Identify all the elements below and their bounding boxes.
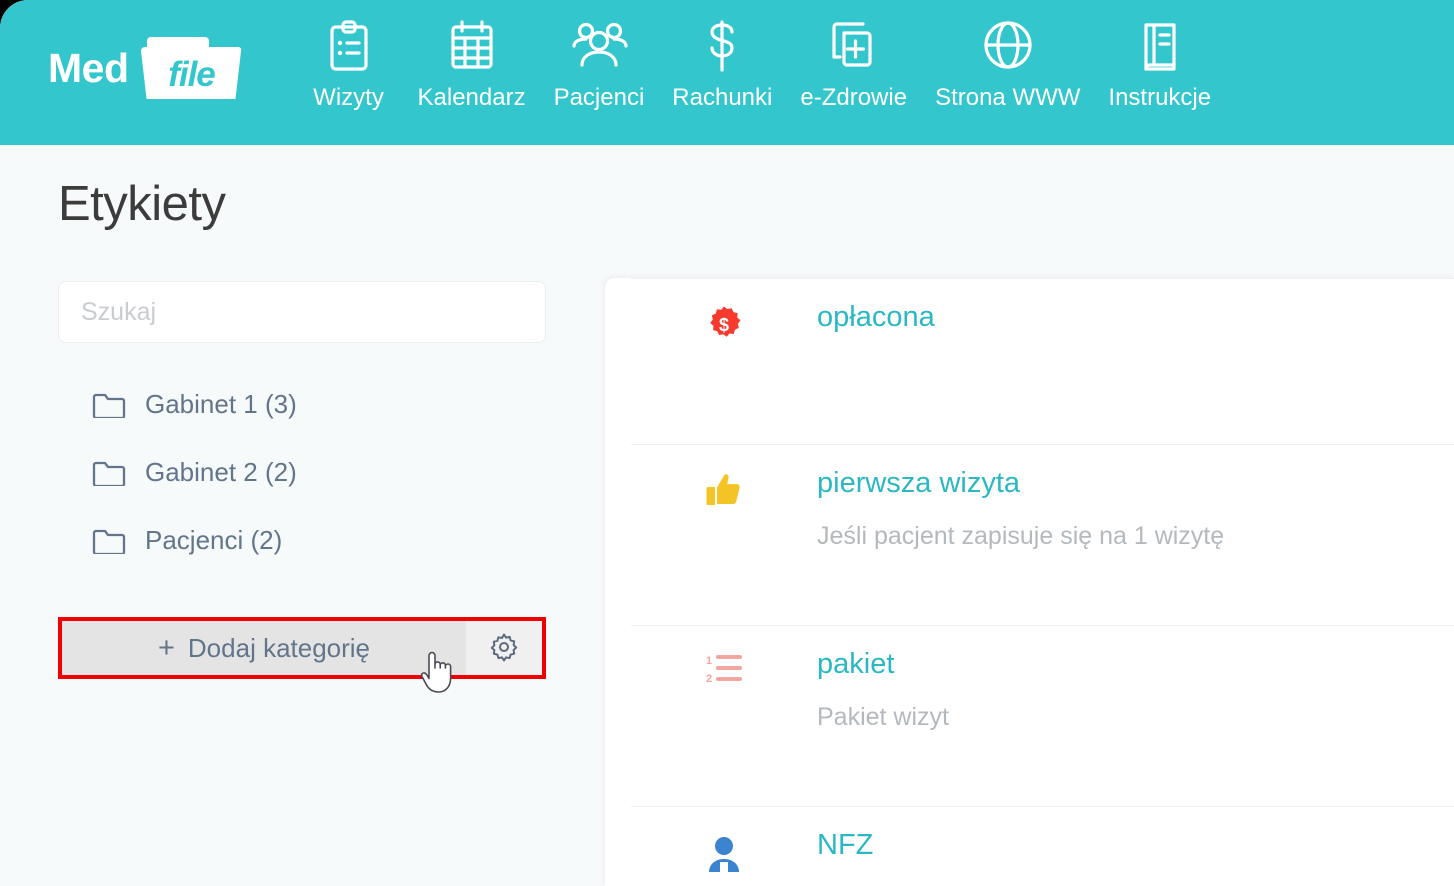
nav-item-instrukcje[interactable]: Instrukcje: [1094, 16, 1225, 112]
tag-row[interactable]: 1 2 pakiet Pakiet wizyt: [605, 625, 1454, 806]
users-icon: [568, 16, 630, 78]
logo-word-med: Med: [48, 44, 129, 91]
folder-item-pacjenci[interactable]: Pacjenci (2): [58, 517, 546, 563]
folder-list: Gabinet 1 (3) Gabinet 2 (2) Pacjenci (2): [58, 381, 546, 563]
tag-name[interactable]: pierwsza wizyta: [817, 464, 1224, 503]
nav-label-e-zdrowie: e-Zdrowie: [800, 84, 908, 111]
nav-item-e-zdrowie[interactable]: e-Zdrowie: [786, 16, 921, 112]
top-navigation-bar: Med file Wizyty Kalendarz Pacjenci Rachu…: [0, 0, 1454, 145]
ordered-list-icon: 1 2: [631, 625, 817, 689]
add-category-label: Dodaj kategorię: [187, 632, 371, 663]
nav-item-pacjenci[interactable]: Pacjenci: [540, 16, 659, 112]
nav-item-strona-www[interactable]: Strona WWW: [921, 16, 1094, 112]
thumbs-up-icon: [631, 444, 817, 510]
tag-text: opłacona: [817, 278, 935, 337]
nav-label-strona-www: Strona WWW: [935, 84, 1081, 111]
labels-sidebar: Gabinet 1 (3) Gabinet 2 (2) Pacjenci (2): [58, 281, 546, 585]
tag-row[interactable]: NFZ: [605, 806, 1454, 886]
nav-item-rachunki[interactable]: Rachunki: [658, 16, 786, 112]
add-category-button[interactable]: + Dodaj kategorię: [62, 621, 466, 675]
dollar-icon: [701, 16, 743, 78]
folder-label: Pacjenci (2): [145, 524, 283, 555]
nav-label-kalendarz: Kalendarz: [417, 84, 526, 111]
svg-text:$: $: [719, 315, 729, 335]
clipboard-list-icon: [325, 16, 373, 78]
plus-icon: +: [157, 631, 175, 664]
add-category-highlight-box: + Dodaj kategorię: [58, 617, 546, 679]
row-divider: [631, 444, 1454, 445]
folder-item-gabinet-1[interactable]: Gabinet 1 (3): [58, 381, 546, 427]
document-plus-icon: [828, 16, 880, 78]
main-nav: Wizyty Kalendarz Pacjenci Rachunki e-Zdr…: [294, 16, 1226, 112]
nav-label-instrukcje: Instrukcje: [1108, 84, 1212, 111]
tag-description: Jeśli pacjent zapisuje się na 1 wizytę: [817, 522, 1225, 551]
book-icon: [1136, 16, 1184, 78]
tag-row[interactable]: pierwsza wizyta Jeśli pacjent zapisuje s…: [605, 444, 1454, 625]
logo-file-inner: file: [153, 55, 231, 93]
row-divider: [631, 625, 1454, 626]
row-divider: [631, 806, 1454, 807]
medfile-logo[interactable]: Med file: [48, 37, 242, 99]
folder-icon: [92, 391, 126, 418]
folder-label: Gabinet 2 (2): [145, 456, 297, 487]
tag-text: pakiet Pakiet wizyt: [817, 625, 949, 732]
svg-text:1: 1: [706, 655, 712, 667]
search-box[interactable]: [58, 281, 546, 343]
folder-icon: [92, 527, 126, 554]
calendar-icon: [447, 16, 497, 78]
tag-row[interactable]: $ opłacona: [605, 278, 1454, 444]
nav-label-pacjenci: Pacjenci: [553, 84, 645, 111]
tag-description: Pakiet wizyt: [817, 703, 949, 732]
svg-text:2: 2: [706, 673, 712, 685]
tag-text: NFZ: [817, 806, 873, 865]
tag-name[interactable]: NFZ: [817, 826, 873, 865]
nav-item-kalendarz[interactable]: Kalendarz: [404, 16, 540, 112]
tag-text: pierwsza wizyta Jeśli pacjent zapisuje s…: [817, 444, 1224, 551]
person-icon: [631, 806, 817, 872]
tags-panel: $ opłacona pierwsza wizyta Jeśli pacjent…: [605, 278, 1454, 886]
page-title: Etykiety: [58, 177, 226, 231]
logo-word-file: file: [168, 54, 216, 94]
tag-name[interactable]: opłacona: [817, 298, 935, 337]
category-settings-button[interactable]: [466, 621, 542, 675]
row-divider: [631, 278, 1454, 279]
dollar-badge-icon: $: [631, 278, 817, 344]
nav-label-rachunki: Rachunki: [672, 84, 773, 111]
folder-label: Gabinet 1 (3): [145, 388, 297, 419]
gear-icon: [489, 632, 519, 665]
search-input[interactable]: [81, 297, 545, 327]
app-window: Med file Wizyty Kalendarz Pacjenci Rachu…: [0, 0, 1454, 886]
nav-item-wizyty[interactable]: Wizyty: [294, 16, 404, 112]
folder-icon: [92, 459, 126, 486]
logo-file-badge: file: [140, 37, 242, 99]
tag-name[interactable]: pakiet: [817, 645, 949, 684]
nav-label-wizyty: Wizyty: [313, 84, 384, 111]
globe-icon: [982, 16, 1034, 78]
folder-item-gabinet-2[interactable]: Gabinet 2 (2): [58, 449, 546, 495]
